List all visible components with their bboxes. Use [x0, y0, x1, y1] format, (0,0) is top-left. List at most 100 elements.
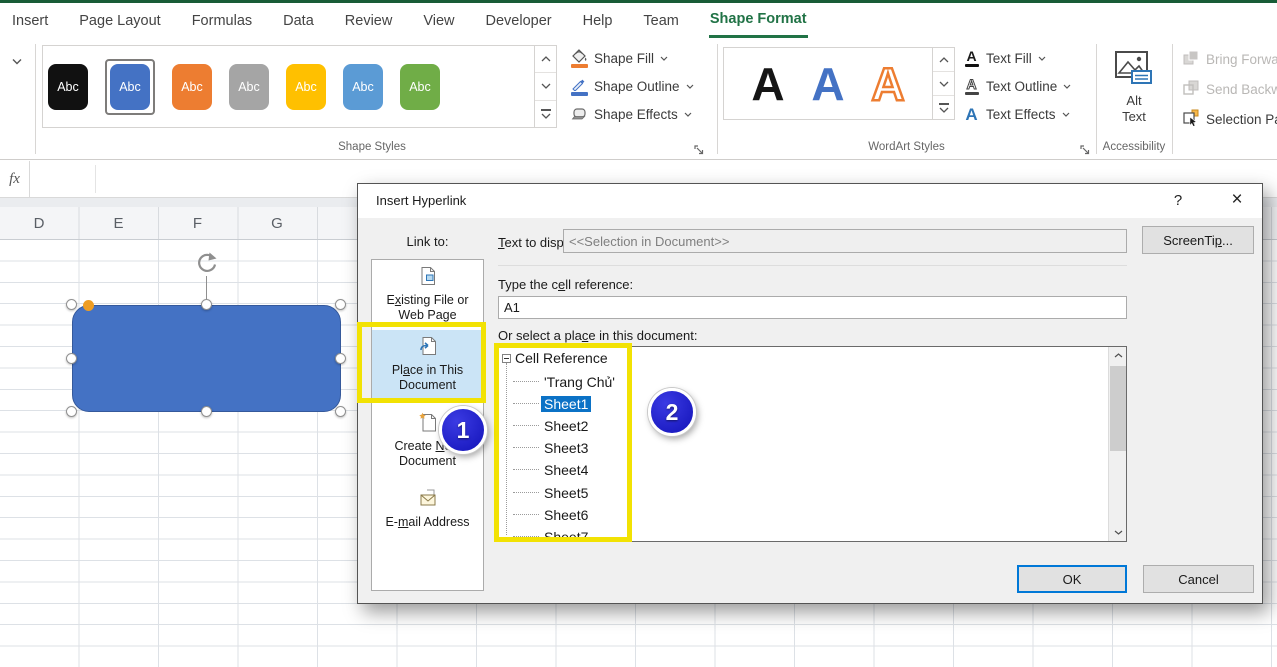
gallery-scroll-up-button[interactable] [535, 46, 556, 73]
bring-forward-icon [1182, 49, 1200, 70]
shape-fill-label: Shape Fill [594, 51, 654, 66]
group-divider [1172, 44, 1173, 154]
tab-developer[interactable]: Developer [485, 3, 553, 38]
send-backward-button: Send Backward [1182, 77, 1277, 101]
sidebar-item-label: Web Page [398, 308, 456, 323]
chip-label: Abc [181, 80, 203, 94]
wordart-group-label: WordArt Styles [723, 141, 1090, 157]
chevron-down-icon[interactable] [12, 52, 22, 70]
shape-handle-s[interactable] [201, 406, 212, 417]
cancel-button[interactable]: Cancel [1143, 565, 1254, 593]
gallery-more-button[interactable] [535, 101, 556, 127]
wordart-dialog-launcher-icon[interactable] [1080, 143, 1092, 155]
shape-styles-dialog-launcher-icon[interactable] [694, 143, 706, 155]
ok-button[interactable]: OK [1017, 565, 1127, 593]
rotate-handle-icon[interactable] [194, 250, 220, 281]
tab-review[interactable]: Review [344, 3, 394, 38]
shape-fill-button[interactable]: Shape Fill [570, 46, 668, 70]
shape-handle-e[interactable] [335, 353, 346, 364]
scrollbar-thumb[interactable] [1110, 366, 1126, 451]
text-fill-icon: A [963, 50, 980, 67]
shape-handle-w[interactable] [66, 353, 77, 364]
tab-team[interactable]: Team [642, 3, 679, 38]
dialog-title: Insert Hyperlink [376, 184, 466, 218]
text-fill-button[interactable]: A Text Fill [963, 46, 1046, 70]
tab-data[interactable]: Data [282, 3, 315, 38]
cell-reference-input[interactable]: A1 [498, 296, 1127, 319]
pencil-icon [570, 76, 588, 96]
tree-scrollbar[interactable] [1108, 347, 1126, 541]
selection-pane-button[interactable]: Selection Pane [1182, 107, 1277, 131]
text-outline-button[interactable]: A Text Outline [963, 74, 1071, 98]
text-effects-button[interactable]: A Text Effects [963, 102, 1070, 126]
shape-handle-nw[interactable] [66, 299, 77, 310]
shape-style-chip[interactable]: Abc [172, 64, 212, 110]
column-header[interactable]: G [237, 207, 317, 240]
help-button[interactable]: ? [1164, 184, 1192, 218]
alt-text-button[interactable]: AltText [1100, 50, 1168, 140]
sidebar-item-email-address[interactable]: E-mail Address [372, 488, 483, 530]
shape-effects-button[interactable]: Shape Effects [570, 102, 692, 126]
shape-style-chip[interactable]: Abc [400, 64, 440, 110]
text-fill-label: Text Fill [986, 51, 1032, 66]
gallery-scroll-up-button[interactable] [933, 48, 954, 72]
excel-window: Insert Page Layout Formulas Data Review … [0, 0, 1277, 667]
shape-style-chip-selected[interactable]: Abc [110, 64, 150, 110]
text-outline-icon: A [963, 78, 980, 95]
chip-label: Abc [57, 80, 79, 94]
group-divider [1096, 44, 1097, 154]
gallery-scroll-down-button[interactable] [535, 73, 556, 100]
tab-help[interactable]: Help [582, 3, 614, 38]
sidebar-item-label: Existing File or [387, 293, 469, 308]
wordart-style-blue[interactable]: A [811, 61, 844, 107]
shape-handle-n[interactable] [201, 299, 212, 310]
fx-icon[interactable]: fx [0, 161, 30, 197]
shape-adjust-handle[interactable] [83, 300, 94, 311]
group-divider [35, 44, 36, 154]
rounded-rectangle-shape[interactable] [72, 305, 341, 412]
scroll-up-icon[interactable] [1109, 347, 1127, 364]
text-to-display-input[interactable]: <<Selection in Document>> [563, 229, 1127, 253]
close-icon[interactable]: × [1222, 184, 1252, 218]
ribbon-tab-bar: Insert Page Layout Formulas Data Review … [0, 3, 1277, 38]
ribbon: Abc Abc Abc Abc Abc Abc Abc Shape Fill [0, 38, 1277, 160]
shape-handle-ne[interactable] [335, 299, 346, 310]
formula-bar-divider [95, 165, 96, 193]
existing-file-icon [418, 266, 438, 290]
wordart-style-orange-outline[interactable]: A [871, 61, 904, 107]
more-bar [541, 109, 551, 111]
tab-shape-format[interactable]: Shape Format [709, 3, 808, 38]
column-header[interactable]: F [158, 207, 237, 240]
tab-view[interactable]: View [422, 3, 455, 38]
shape-style-chip[interactable]: Abc [229, 64, 269, 110]
text-effects-label: Text Effects [986, 107, 1056, 122]
send-backward-icon [1182, 79, 1200, 100]
bring-forward-button: Bring Forward [1182, 47, 1277, 71]
shape-styles-gallery-scroll [535, 45, 557, 128]
shape-outline-button[interactable]: Shape Outline [570, 74, 694, 98]
column-header[interactable]: E [79, 207, 158, 240]
gallery-more-button[interactable] [933, 96, 954, 119]
group-divider [717, 44, 718, 154]
shape-handle-sw[interactable] [66, 406, 77, 417]
wordart-style-black[interactable]: A [751, 61, 784, 107]
sidebar-item-existing-file[interactable]: Existing File or Web Page [372, 266, 483, 323]
tab-insert[interactable]: Insert [11, 3, 49, 38]
shape-handle-se[interactable] [335, 406, 346, 417]
shape-style-chip[interactable]: Abc [286, 64, 326, 110]
chip-label: Abc [409, 80, 431, 94]
more-bar [939, 103, 949, 105]
tab-formulas[interactable]: Formulas [191, 3, 253, 38]
screentip-button[interactable]: ScreenTip... [1142, 226, 1254, 254]
column-header[interactable]: D [0, 207, 78, 240]
link-to-label: Link to: [371, 234, 484, 249]
shape-style-chip[interactable]: Abc [48, 64, 88, 110]
chevron-down-icon [1063, 84, 1071, 89]
paint-bucket-icon [570, 48, 588, 68]
scroll-down-icon[interactable] [1109, 524, 1127, 541]
chip-label: Abc [352, 80, 374, 94]
shape-style-chip[interactable]: Abc [343, 64, 383, 110]
sidebar-item-label: E-mail Address [385, 515, 469, 530]
gallery-scroll-down-button[interactable] [933, 72, 954, 96]
tab-page-layout[interactable]: Page Layout [78, 3, 161, 38]
